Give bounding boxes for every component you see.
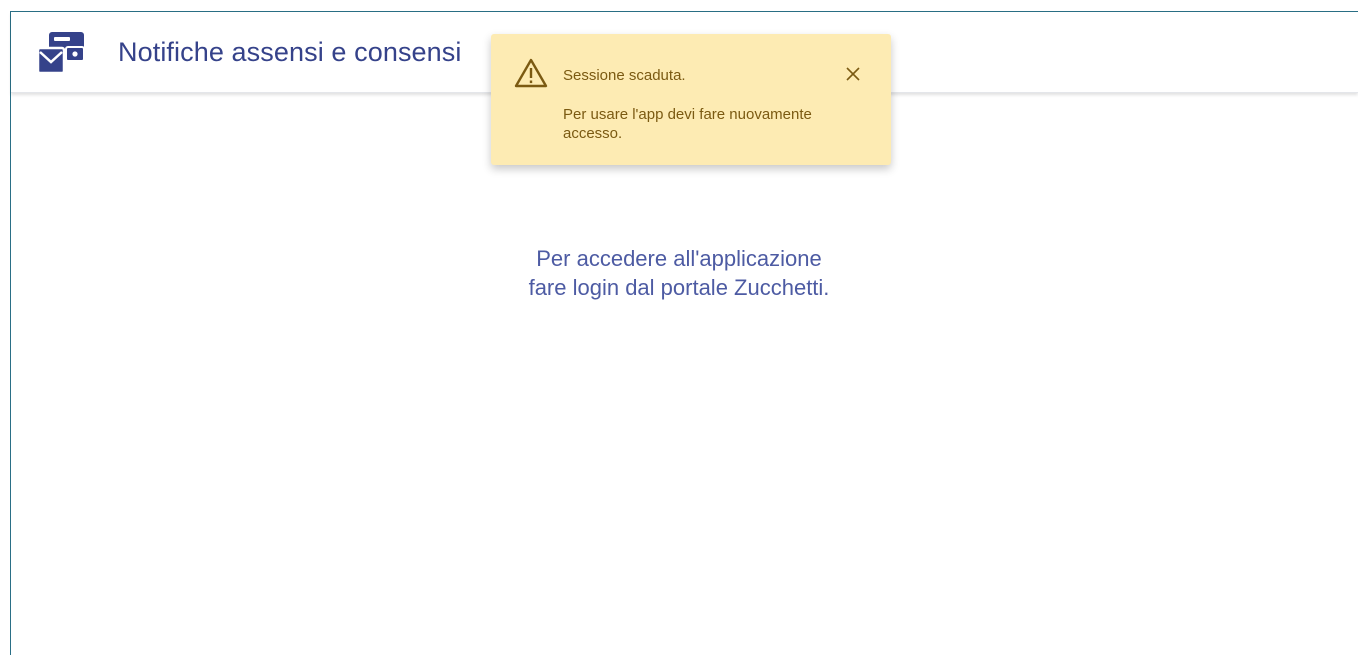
app-title: Notifiche assensi e consensi — [118, 37, 462, 67]
app-frame: Notifiche assensi e consensi Sessione sc… — [10, 11, 1358, 655]
login-instructions: Per accedere all'applicazione fare login… — [0, 244, 1358, 302]
toast-message: Per usare l'app devi fare nuovamente acc… — [563, 106, 812, 142]
envelope-wallet-icon — [38, 32, 85, 75]
login-instructions-line1: Per accedere all'applicazione — [536, 246, 822, 271]
warning-triangle-icon — [514, 58, 548, 88]
session-expired-toast: Sessione scaduta. Per usare l'app devi f… — [491, 34, 891, 165]
toast-close-button[interactable] — [841, 62, 865, 86]
login-instructions-line2: fare login dal portale Zucchetti. — [528, 275, 830, 300]
close-icon — [846, 67, 860, 81]
toast-title: Sessione scaduta. — [563, 67, 686, 84]
